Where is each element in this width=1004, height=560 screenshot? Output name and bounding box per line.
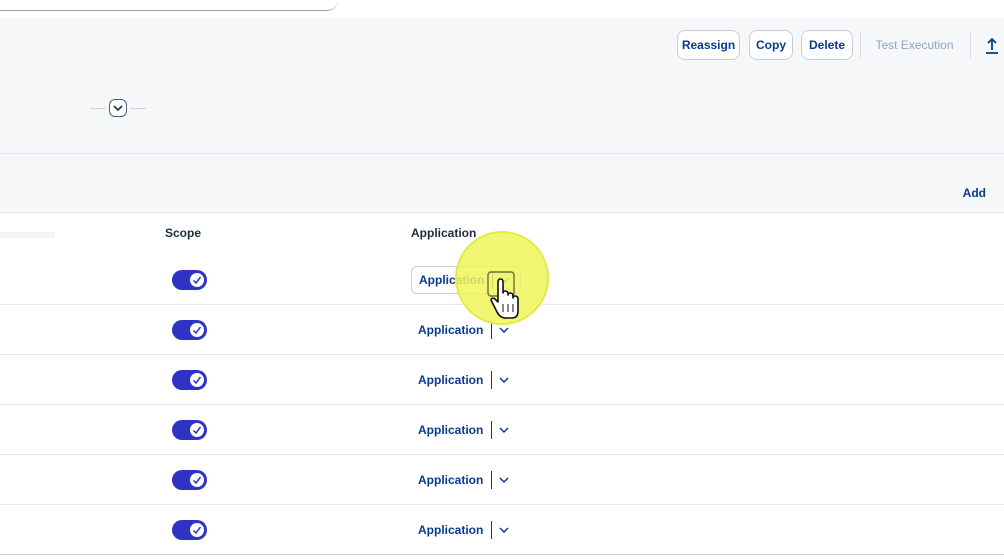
select-divider bbox=[491, 421, 493, 439]
table-row: Application bbox=[0, 355, 1004, 405]
add-button[interactable]: Add bbox=[963, 186, 986, 200]
top-strip bbox=[0, 0, 1004, 18]
application-select[interactable]: Application bbox=[411, 516, 521, 544]
delete-button[interactable]: Delete bbox=[801, 30, 853, 60]
chevron-down-icon bbox=[499, 377, 509, 384]
scope-toggle[interactable] bbox=[172, 420, 207, 440]
check-icon bbox=[189, 522, 205, 538]
expand-header-button[interactable] bbox=[109, 99, 127, 117]
application-select[interactable]: Application bbox=[411, 416, 521, 444]
select-divider bbox=[491, 521, 493, 539]
test-execution-button[interactable]: Test Execution bbox=[867, 30, 962, 60]
application-select-label: Application bbox=[418, 473, 484, 487]
scope-toggle[interactable] bbox=[172, 370, 207, 390]
application-select-label: Application bbox=[418, 423, 484, 437]
application-select-label: Application bbox=[418, 373, 484, 387]
toolbar-separator bbox=[970, 32, 971, 58]
application-select[interactable]: Application bbox=[411, 366, 521, 394]
application-select-label: Application bbox=[418, 323, 484, 337]
application-select[interactable]: Application bbox=[411, 466, 521, 494]
select-divider bbox=[491, 371, 493, 389]
column-header-scope: Scope bbox=[165, 226, 202, 240]
header-expander bbox=[90, 98, 146, 120]
tab-edge bbox=[0, 0, 338, 11]
table-row: Application bbox=[0, 405, 1004, 455]
chevron-down-icon bbox=[499, 527, 509, 534]
scope-toggle[interactable] bbox=[172, 270, 207, 290]
scope-toggle[interactable] bbox=[172, 470, 207, 490]
check-icon bbox=[189, 272, 205, 288]
scope-toggle[interactable] bbox=[172, 320, 207, 340]
upload-icon[interactable] bbox=[980, 36, 1004, 56]
chevron-down-icon bbox=[113, 105, 123, 112]
check-icon bbox=[189, 372, 205, 388]
column-header-application: Application bbox=[411, 226, 477, 240]
select-divider bbox=[491, 471, 493, 489]
table-toolbar: Add bbox=[0, 154, 1004, 213]
check-icon bbox=[189, 472, 205, 488]
application-select-label: Application bbox=[418, 523, 484, 537]
chevron-down-icon bbox=[499, 327, 509, 334]
copy-button[interactable]: Copy bbox=[749, 30, 793, 60]
row-indicator bbox=[0, 232, 55, 238]
object-header: Reassign Copy Delete Test Execution bbox=[0, 18, 1004, 154]
table-row: Application bbox=[0, 505, 1004, 555]
expander-line-right bbox=[130, 108, 146, 109]
check-icon bbox=[189, 422, 205, 438]
table-row: Application bbox=[0, 455, 1004, 505]
reassign-button[interactable]: Reassign bbox=[677, 30, 740, 60]
check-icon bbox=[189, 322, 205, 338]
hand-pointer-icon bbox=[484, 268, 524, 326]
chevron-down-icon bbox=[499, 477, 509, 484]
toolbar-separator bbox=[860, 32, 861, 58]
expander-line-left bbox=[90, 108, 106, 109]
scope-toggle[interactable] bbox=[172, 520, 207, 540]
chevron-down-icon bbox=[499, 427, 509, 434]
